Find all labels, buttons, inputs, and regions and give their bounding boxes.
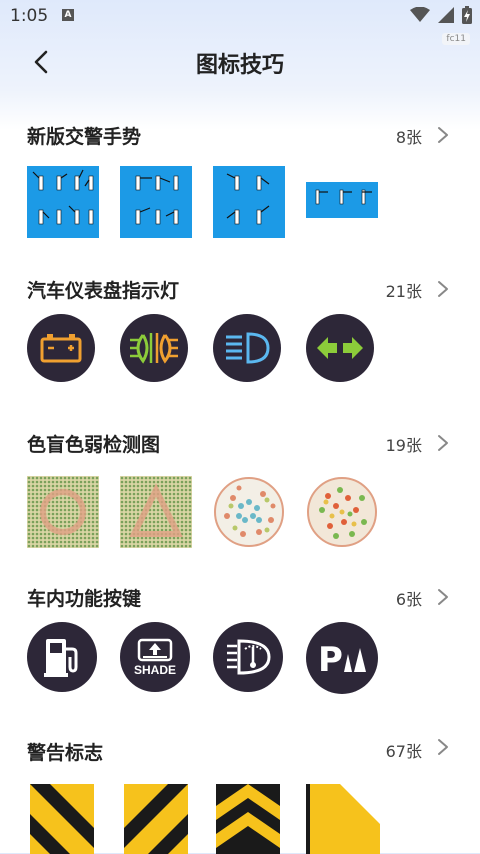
ishihara-plate-2[interactable]	[306, 476, 378, 548]
police-gesture-image-3[interactable]	[213, 166, 285, 238]
section-count: 21张	[385, 282, 422, 301]
turn-signal-icon[interactable]	[306, 314, 374, 382]
dot-pattern-triangle[interactable]	[120, 476, 192, 548]
police-gesture-image-4[interactable]	[306, 182, 378, 218]
shade-icon[interactable]: SHADE	[120, 622, 190, 692]
parking-sensor-icon[interactable]: P	[306, 622, 378, 694]
chevron-right-icon	[438, 435, 448, 451]
ishihara-plate-1[interactable]	[213, 476, 285, 548]
status-bar: 1:05 A	[0, 0, 480, 34]
police-gesture-image-1[interactable]	[27, 166, 99, 238]
high-beam-icon[interactable]	[213, 314, 281, 382]
thumbnail-row	[0, 468, 480, 548]
thumbnail-row	[0, 314, 480, 390]
section-count: 8张	[395, 128, 422, 147]
section-header[interactable]: 警告标志 67张	[0, 732, 480, 768]
fuel-icon[interactable]	[27, 622, 97, 692]
section-title: 警告标志	[27, 742, 104, 764]
section-header[interactable]: 汽车仪表盘指示灯 21张	[0, 270, 480, 306]
shade-label: SHADE	[133, 662, 176, 677]
wifi-icon	[410, 7, 430, 22]
section-title: 色盲色弱检测图	[27, 434, 161, 456]
section-title: 新版交警手势	[27, 126, 142, 148]
chevron-right-icon	[438, 589, 448, 605]
thumbnail-row	[0, 160, 480, 238]
section-header[interactable]: 车内功能按键 6张	[0, 578, 480, 614]
section-header[interactable]: 色盲色弱检测图 19张	[0, 424, 480, 460]
dot-pattern-circle[interactable]	[27, 476, 99, 548]
page-title: 图标技巧	[195, 53, 284, 78]
chevron-sign-2[interactable]	[124, 784, 188, 854]
notification-icon: A	[62, 9, 74, 21]
status-time: 1:05	[10, 6, 49, 26]
section-count: 19张	[385, 436, 422, 455]
chevron-right-icon	[438, 127, 448, 143]
parking-letter: P	[318, 640, 343, 676]
windshield-icon[interactable]	[213, 622, 283, 692]
section-count: 6张	[395, 590, 422, 609]
section-header[interactable]: 新版交警手势 8张	[0, 116, 480, 152]
chevron-sign-3[interactable]	[216, 784, 280, 854]
battery-icon[interactable]	[27, 314, 95, 382]
thumbnail-row: SHADE P	[0, 622, 480, 698]
status-icons	[410, 6, 472, 24]
app-bar: 图标技巧	[0, 34, 480, 90]
section-title: 车内功能按键	[27, 588, 142, 610]
chevron-right-icon	[438, 739, 448, 755]
chevron-right-icon	[438, 281, 448, 297]
signal-icon	[438, 7, 454, 23]
section-title: 汽车仪表盘指示灯	[27, 280, 180, 302]
chevron-sign-1[interactable]	[30, 784, 94, 854]
stripe-sign-4[interactable]	[306, 784, 380, 854]
police-gesture-image-2[interactable]	[120, 166, 192, 238]
fog-lights-icon[interactable]	[120, 314, 188, 382]
thumbnail-row	[0, 784, 480, 854]
section-count: 67张	[385, 742, 422, 761]
battery-status-icon	[462, 6, 472, 24]
